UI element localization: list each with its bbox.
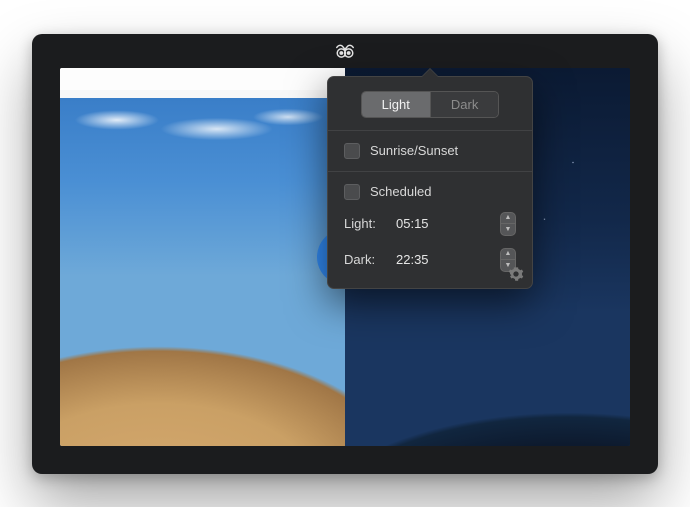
sunrise-sunset-row[interactable]: Sunrise/Sunset [344, 143, 516, 159]
light-time-label: Light: [344, 216, 388, 231]
scheduled-checkbox[interactable] [344, 184, 360, 200]
dark-time-value[interactable]: 22:35 [396, 252, 448, 267]
appearance-segmented-control: Light Dark [361, 91, 500, 118]
segment-dark[interactable]: Dark [430, 92, 498, 117]
scheduled-label: Scheduled [370, 184, 431, 199]
owl-menubar-icon[interactable] [334, 42, 356, 64]
light-time-row: Light: 05:15 ▲ ▼ [344, 212, 516, 236]
sunrise-sunset-label: Sunrise/Sunset [370, 143, 458, 158]
settings-popover: Light Dark Sunrise/Sunset Scheduled Ligh… [327, 76, 533, 289]
appearance-segment-row: Light Dark [328, 77, 532, 131]
chevron-up-icon[interactable]: ▲ [501, 213, 515, 225]
scheduled-section: Scheduled Light: 05:15 ▲ ▼ Dark: 22:35 ▲… [328, 172, 532, 288]
dune-light [60, 200, 345, 446]
dark-time-label: Dark: [344, 252, 388, 267]
dark-time-row: Dark: 22:35 ▲ ▼ [344, 248, 516, 272]
segment-light[interactable]: Light [362, 92, 430, 117]
light-time-stepper[interactable]: ▲ ▼ [500, 212, 516, 236]
clouds [60, 96, 345, 156]
sunrise-sunset-checkbox[interactable] [344, 143, 360, 159]
chevron-up-icon[interactable]: ▲ [501, 249, 515, 261]
app-window: Light Dark Sunrise/Sunset Scheduled Ligh… [32, 34, 658, 474]
gear-icon[interactable] [508, 266, 524, 282]
scheduled-row[interactable]: Scheduled [344, 184, 516, 200]
light-time-value[interactable]: 05:15 [396, 216, 448, 231]
light-mode-preview [60, 68, 345, 446]
light-menubar [60, 68, 345, 90]
sunrise-sunset-section: Sunrise/Sunset [328, 131, 532, 172]
chevron-down-icon[interactable]: ▼ [501, 224, 515, 235]
